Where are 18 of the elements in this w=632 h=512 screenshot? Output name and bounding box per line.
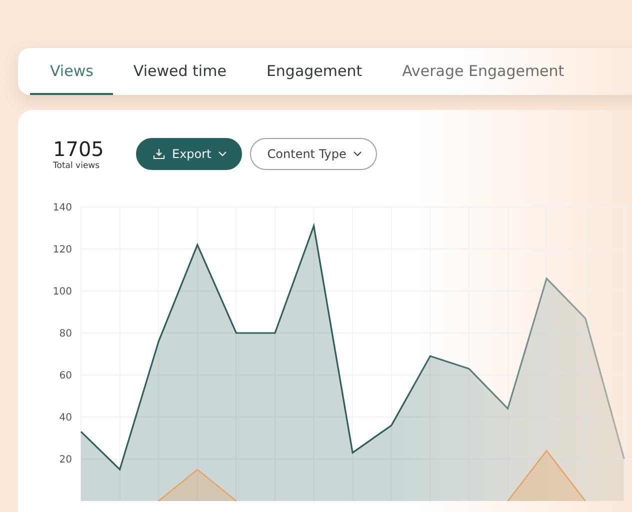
tab[interactable]: Engagement — [246, 48, 382, 95]
caret-icon — [218, 151, 228, 157]
total-value: 1705 — [53, 137, 105, 161]
y-axis-label: 60 — [59, 370, 72, 382]
y-axis-label: 40 — [59, 412, 72, 424]
tab[interactable]: Average Engagement — [382, 48, 584, 95]
y-axis-label: 80 — [59, 328, 72, 340]
download-icon — [153, 148, 165, 160]
filter-dropdown[interactable]: Content Type — [250, 138, 378, 170]
y-axis-label: 100 — [52, 286, 72, 298]
y-axis-label: 20 — [59, 454, 72, 466]
caret-icon — [353, 151, 362, 157]
export-button[interactable]: Export — [136, 138, 242, 170]
tab[interactable]: Views — [30, 48, 114, 95]
tab[interactable]: Viewed time — [113, 48, 246, 95]
total-label: Total views — [53, 161, 101, 171]
y-axis-label: 120 — [52, 244, 72, 256]
y-axis-label: 140 — [52, 202, 72, 214]
